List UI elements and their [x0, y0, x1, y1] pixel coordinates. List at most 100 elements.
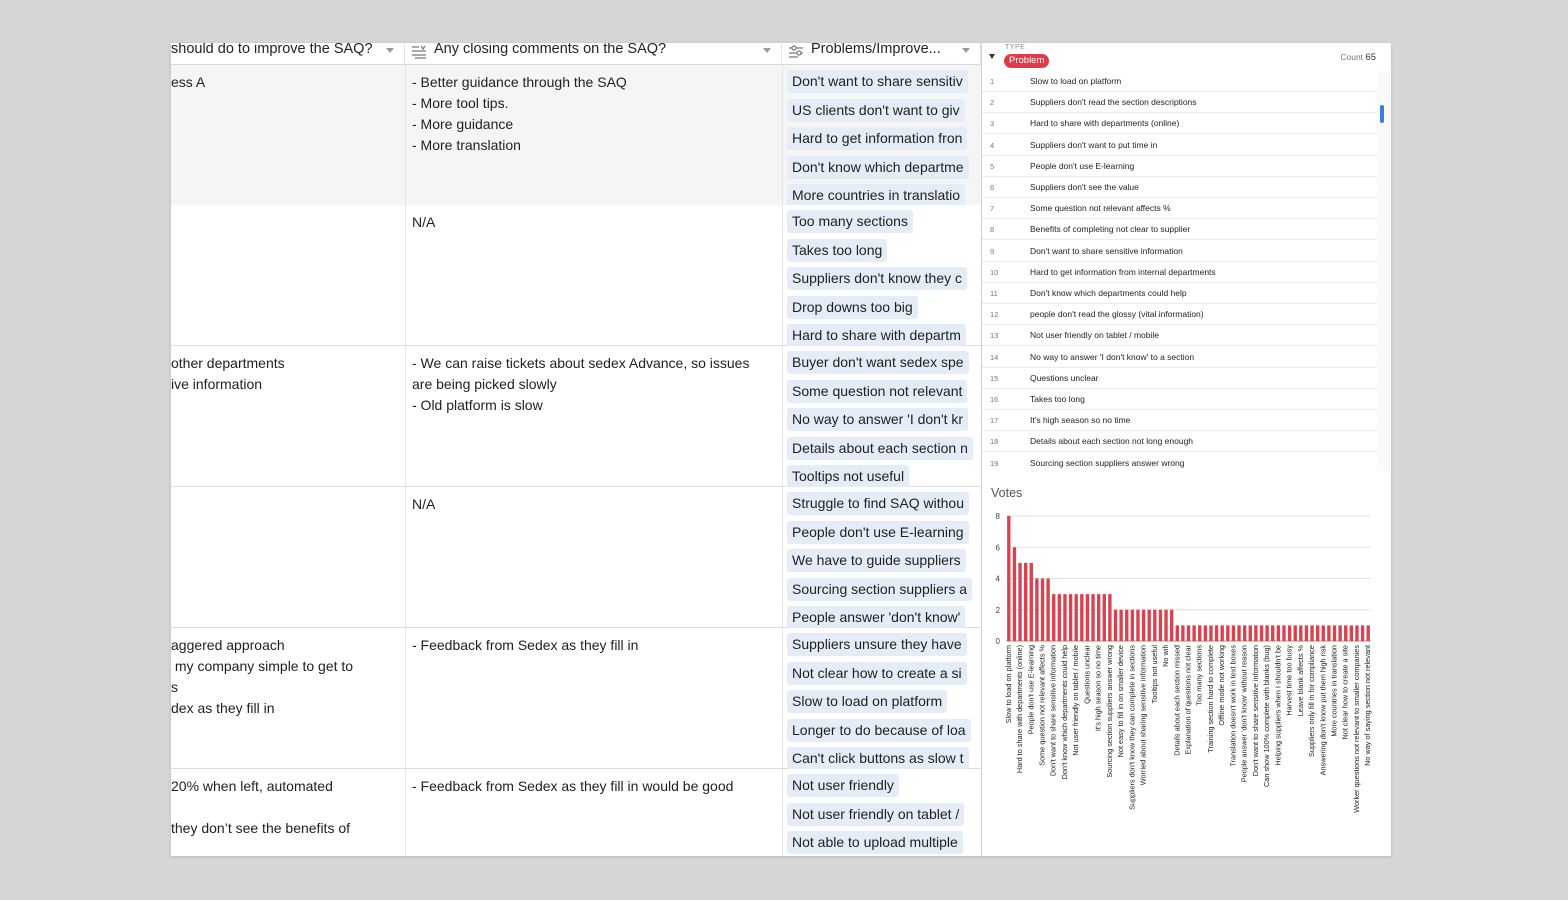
list-item[interactable]: 12 people don't read the glossy (vital in…	[982, 304, 1381, 326]
problem-chip[interactable]: Struggle to find SAQ withou	[787, 492, 969, 515]
list-item[interactable]: 17 It's high season so no time	[982, 410, 1381, 432]
problem-chip[interactable]: Some question not relevant	[787, 379, 968, 403]
problem-chip[interactable]: More countries in translatio	[787, 184, 966, 207]
chevron-down-icon[interactable]	[763, 48, 771, 53]
problem-chip[interactable]: Not able to upload multiple	[787, 831, 963, 854]
list-item[interactable]: 19 Sourcing section suppliers answer wron…	[982, 453, 1381, 471]
count-label: Count	[1340, 52, 1364, 62]
cell-improve-saq[interactable]: ess A	[171, 72, 403, 93]
problem-chip[interactable]: Too many sections	[787, 210, 913, 233]
cell-closing-comments[interactable]: - Feedback from Sedex as they fill in	[412, 635, 780, 656]
x-tick-label: Don't know which departments could help	[1060, 645, 1069, 779]
list-item[interactable]: 4 Suppliers don't want to put time in	[982, 135, 1381, 156]
problem-chip[interactable]: We have to guide suppliers	[787, 549, 966, 572]
x-tick-label: People answer 'don't know' without reaso…	[1240, 645, 1249, 782]
cell-closing-comments[interactable]: - Better guidance through the SAQ - More…	[412, 72, 780, 156]
x-tick-label: Leave blank affects %	[1296, 644, 1305, 716]
problem-chip[interactable]: US clients don't want to giv	[787, 98, 965, 122]
x-tick-label: Sourcing section suppliers answer wrong	[1105, 645, 1114, 778]
problem-chip[interactable]: Sourcing section suppliers a	[787, 577, 973, 601]
list-item[interactable]: 3 Hard to share with departments (online)	[982, 113, 1381, 135]
row-number: 4	[990, 140, 995, 150]
bar	[1360, 625, 1365, 641]
row-number: 8	[990, 225, 995, 235]
x-tick-label: Suppliers don't know they can complete i…	[1127, 645, 1136, 810]
problem-chip[interactable]: No way to answer 'I don't kr	[787, 408, 969, 431]
problem-name: Sourcing section suppliers answer wrong	[1030, 457, 1185, 468]
list-item[interactable]: 14 No way to answer 'I don't know' to a s…	[982, 347, 1381, 368]
list-item[interactable]: 13 Not user friendly on tablet / mobile	[982, 325, 1381, 347]
cell-improve-saq[interactable]: other departments ive information	[171, 353, 403, 395]
x-tick-label: Worried about sharing sensitive informat…	[1139, 645, 1148, 785]
problem-chip[interactable]: Don't want to share sensitiv	[787, 70, 968, 93]
group-field-label: TYPE	[1005, 44, 1026, 51]
bar	[1175, 625, 1179, 641]
list-item[interactable]: 11 Don't know which departments could hel…	[982, 283, 1381, 304]
list-item[interactable]: 8 Benefits of completing not clear to sup…	[982, 219, 1381, 241]
bar	[1310, 625, 1314, 641]
problem-chip[interactable]: Longer to do because of loa	[787, 718, 971, 742]
cell-improve-saq[interactable]: 20% when left, automated they don’t see …	[171, 776, 403, 839]
problem-name: No way to answer 'I don't know' to a sec…	[1030, 351, 1195, 362]
list-item[interactable]: 10 Hard to get information from internal …	[982, 262, 1381, 283]
list-item[interactable]: 16 Takes too long	[982, 389, 1381, 410]
list-item[interactable]: 15 Questions unclear	[982, 368, 1381, 389]
list-item[interactable]: 9 Don't want to share sensitive informati…	[982, 241, 1381, 262]
problem-chip[interactable]: Tooltips not useful	[787, 465, 910, 488]
cell-closing-comments[interactable]: - We can raise tickets about sedex Advan…	[412, 353, 780, 416]
problem-name: Some question not relevant affects %	[1030, 203, 1171, 214]
list-scrollbar[interactable]	[1377, 71, 1390, 471]
bar	[1186, 625, 1191, 641]
problem-chip[interactable]: Suppliers don't know they c	[787, 267, 967, 290]
problem-chip[interactable]: Drop downs too big	[787, 295, 918, 319]
column-header-closing-comments[interactable]: Any closing comments on the SAQ?	[405, 43, 782, 65]
chevron-down-icon[interactable]	[962, 48, 970, 53]
row-number: 9	[990, 246, 995, 256]
cell-closing-comments[interactable]: N/A	[412, 212, 780, 233]
list-item[interactable]: 18 Details about each section not long en…	[982, 431, 1381, 453]
problem-chip[interactable]: People don't use E-learning	[787, 520, 969, 544]
bar	[1080, 594, 1084, 641]
x-tick-label: Details about each section missed	[1172, 645, 1181, 756]
problem-chip[interactable]: Takes too long	[787, 238, 888, 262]
list-item[interactable]: 6 Suppliers don't see the value	[982, 177, 1381, 198]
problem-chip[interactable]: Suppliers unsure they have	[787, 633, 967, 656]
problem-chip[interactable]: Hard to share with departm	[787, 324, 966, 347]
problem-chip[interactable]: Not user friendly	[787, 774, 899, 797]
bar	[1349, 625, 1354, 641]
grid-view: should do to improve the SAQ? Any closin…	[171, 43, 981, 856]
chevron-down-icon[interactable]	[386, 48, 394, 53]
problem-chip[interactable]: Slow to load on platform	[787, 690, 948, 713]
problem-chip[interactable]: Can't click buttons as slow t	[787, 747, 969, 770]
column-header-improve-saq[interactable]: should do to improve the SAQ?	[171, 43, 405, 65]
column-header-problems[interactable]: Problems/Improve...	[782, 43, 981, 65]
problem-chip[interactable]: Not clear how to create a si	[787, 661, 967, 685]
list-item[interactable]: 2 Suppliers don't read the section descri…	[982, 92, 1381, 114]
x-tick-label: Too many sections	[1195, 645, 1204, 706]
votes-bar-chart: 0 2 4 6 8 Slow to load on platform Hard to sha…	[996, 512, 1373, 813]
problem-chip[interactable]: Details about each section n	[787, 436, 973, 460]
problem-chip[interactable]: Don't know which departme	[787, 155, 969, 179]
problem-chip[interactable]: Buyer don't want sedex spe	[787, 351, 969, 374]
column-divider	[405, 65, 406, 856]
cell-closing-comments[interactable]: N/A	[412, 494, 780, 515]
bar	[1018, 562, 1022, 641]
cell-closing-comments[interactable]: - Feedback from Sedex as they fill in wo…	[412, 776, 780, 797]
problem-chip[interactable]: Not user friendly on tablet /	[787, 802, 965, 826]
problem-chip[interactable]: Hard to get information fron	[787, 127, 968, 150]
problem-chip[interactable]: People answer 'don't know'	[787, 606, 966, 629]
collapse-group-icon[interactable]	[989, 54, 995, 59]
cell-improve-saq[interactable]: aggered approach my company simple to ge…	[171, 635, 403, 719]
scrollbar-thumb[interactable]	[1380, 105, 1384, 123]
x-tick-label: No way of saying section not relevant	[1363, 645, 1372, 766]
bar	[1192, 625, 1196, 641]
list-item[interactable]: 5 People don't use E-learning	[982, 156, 1381, 177]
x-tick-label: Tooltips not useful	[1150, 645, 1159, 704]
list-item[interactable]: 1 Slow to load on platform	[982, 71, 1381, 92]
column-header-label: Any closing comments on the SAQ?	[434, 43, 667, 57]
list-item[interactable]: 7 Some question not relevant affects %	[982, 198, 1381, 220]
bar	[1287, 625, 1292, 641]
bar	[1130, 609, 1135, 641]
y-tick-label: 2	[996, 606, 1001, 615]
bar	[1029, 562, 1033, 641]
